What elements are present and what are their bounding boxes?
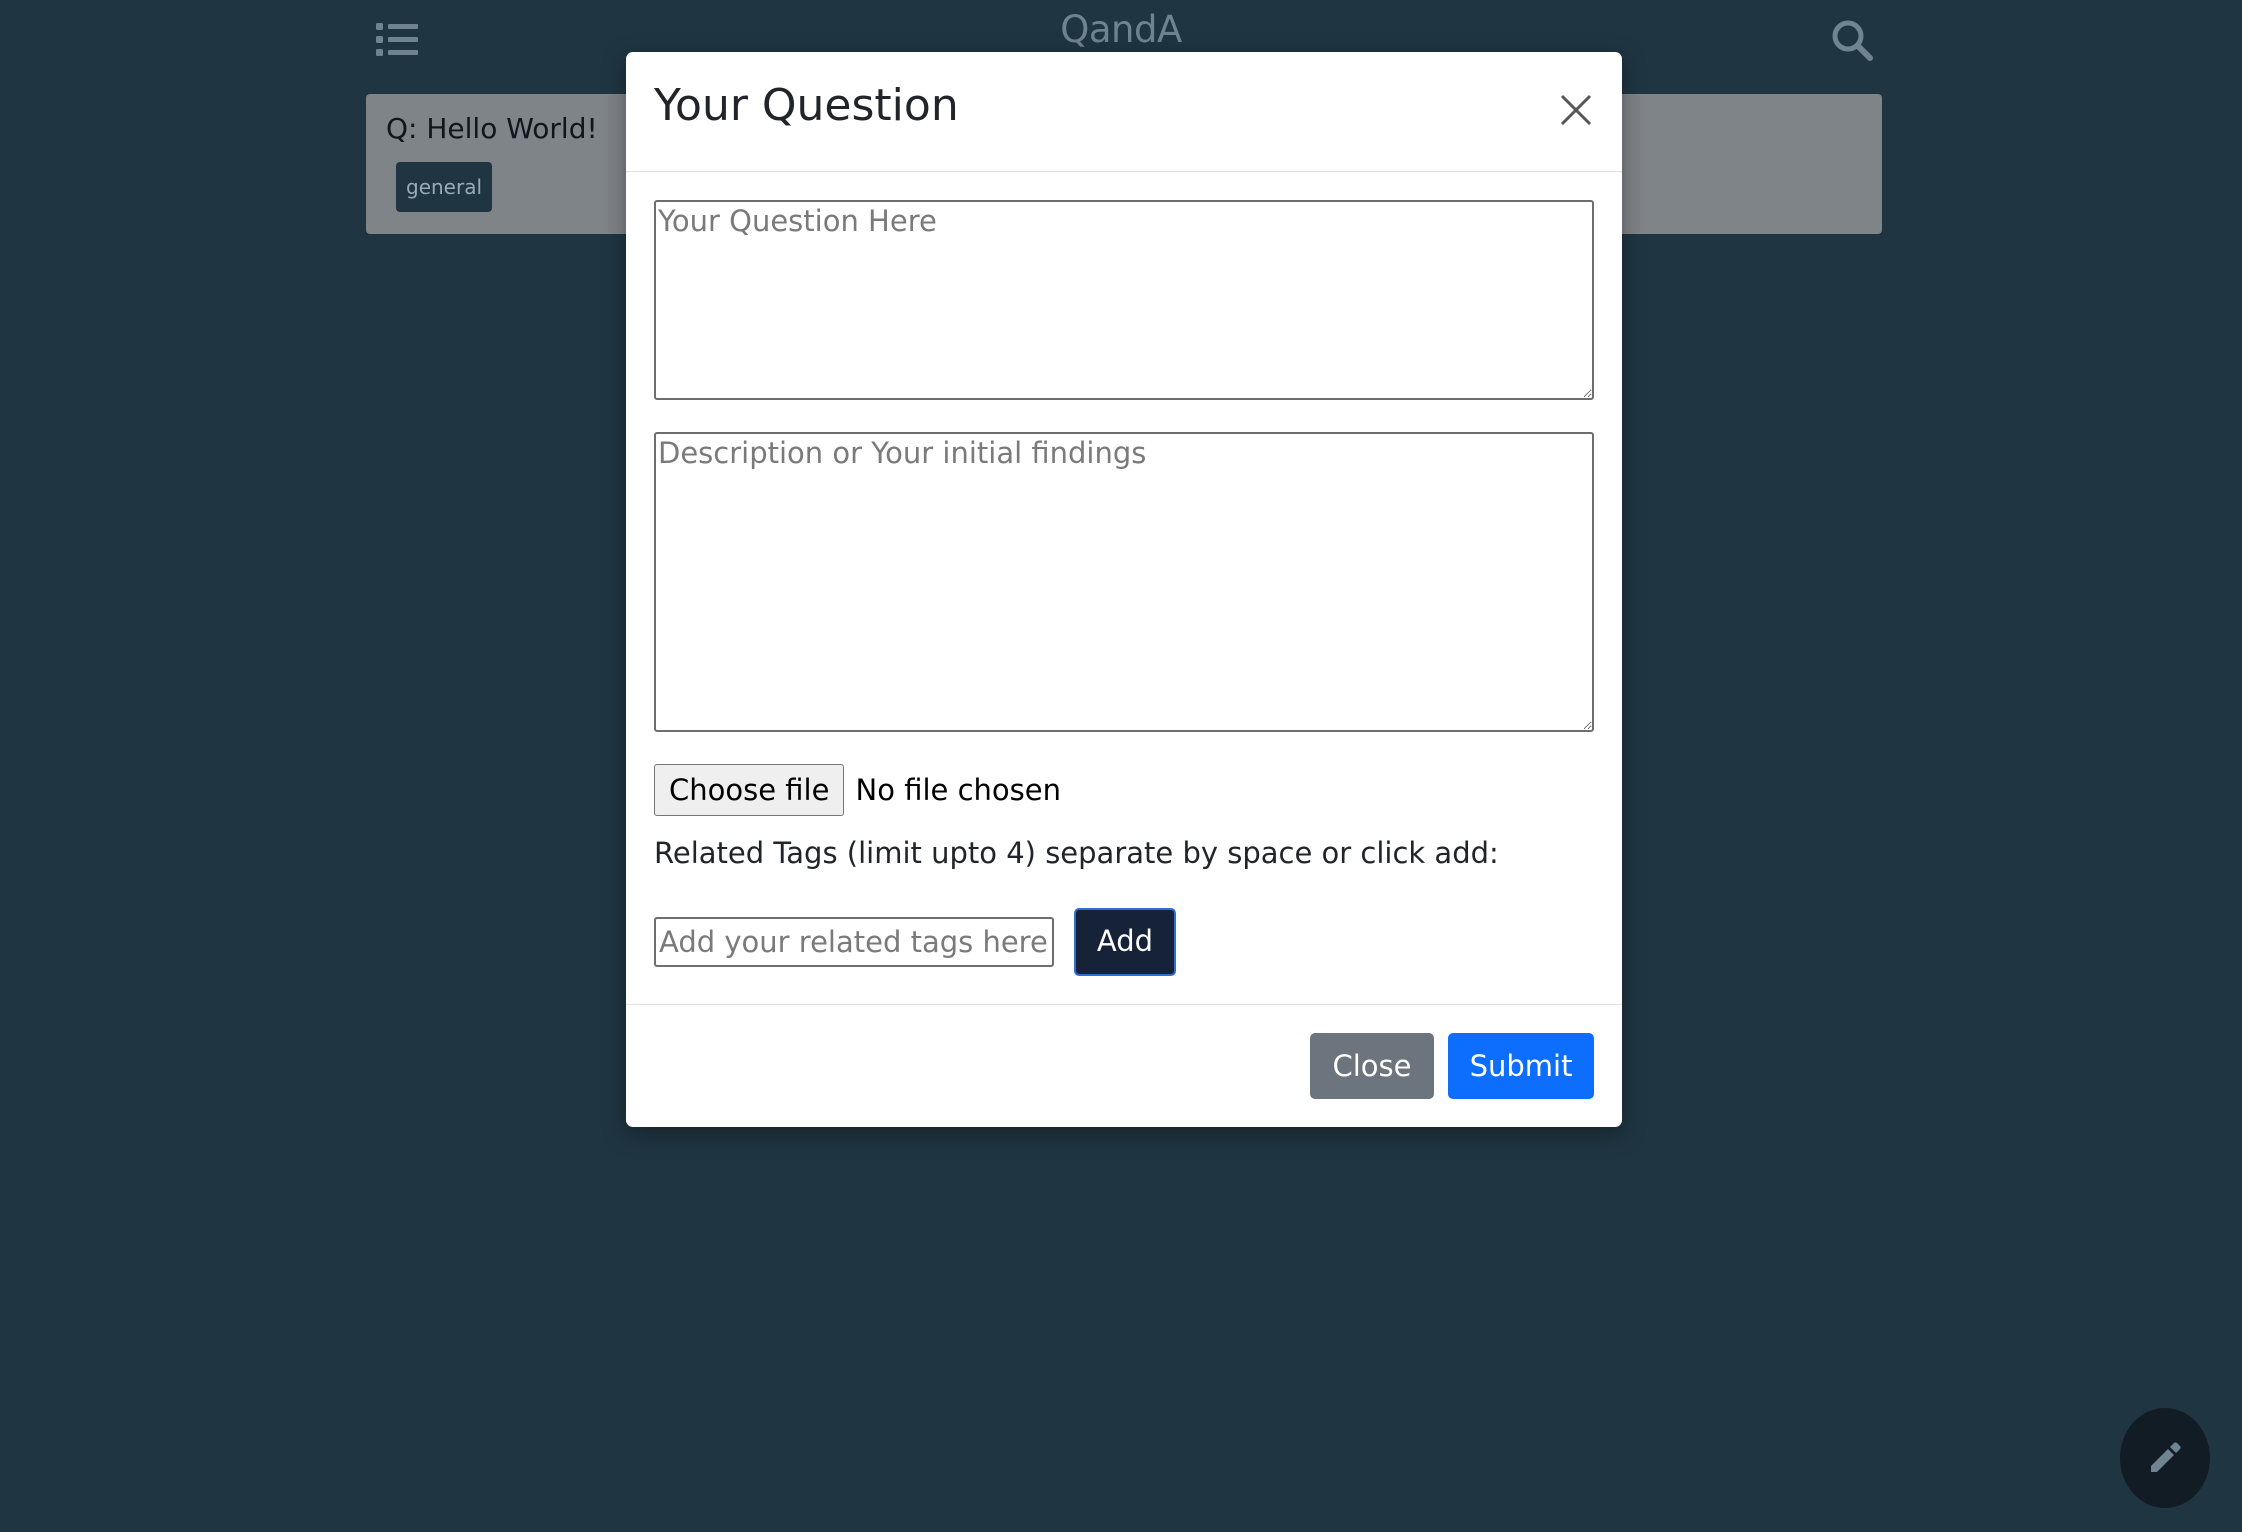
description-input[interactable] [654,432,1594,732]
question-modal: Your Question Choose file No file chosen… [626,52,1622,1127]
add-tag-button[interactable]: Add [1074,908,1176,976]
choose-file-button[interactable]: Choose file [654,764,845,816]
search-icon[interactable] [1830,18,1874,62]
modal-header: Your Question [626,52,1622,172]
question-title[interactable]: Q: Hello World! [386,112,598,145]
tags-label: Related Tags (limit upto 4) separate by … [654,836,1499,870]
modal-footer: Close Submit [626,1004,1622,1128]
tag-badge[interactable]: general [396,162,493,212]
file-upload: Choose file No file chosen [654,764,1061,818]
app-title: QandA [1060,8,1182,51]
new-question-fab[interactable] [2120,1408,2210,1508]
modal-title: Your Question [654,80,959,131]
close-button[interactable]: Close [1310,1033,1434,1099]
close-icon[interactable] [1556,90,1596,130]
tags-input[interactable] [654,917,1054,967]
question-input[interactable] [654,200,1594,400]
file-status: No file chosen [855,773,1061,807]
submit-button[interactable]: Submit [1448,1033,1594,1099]
